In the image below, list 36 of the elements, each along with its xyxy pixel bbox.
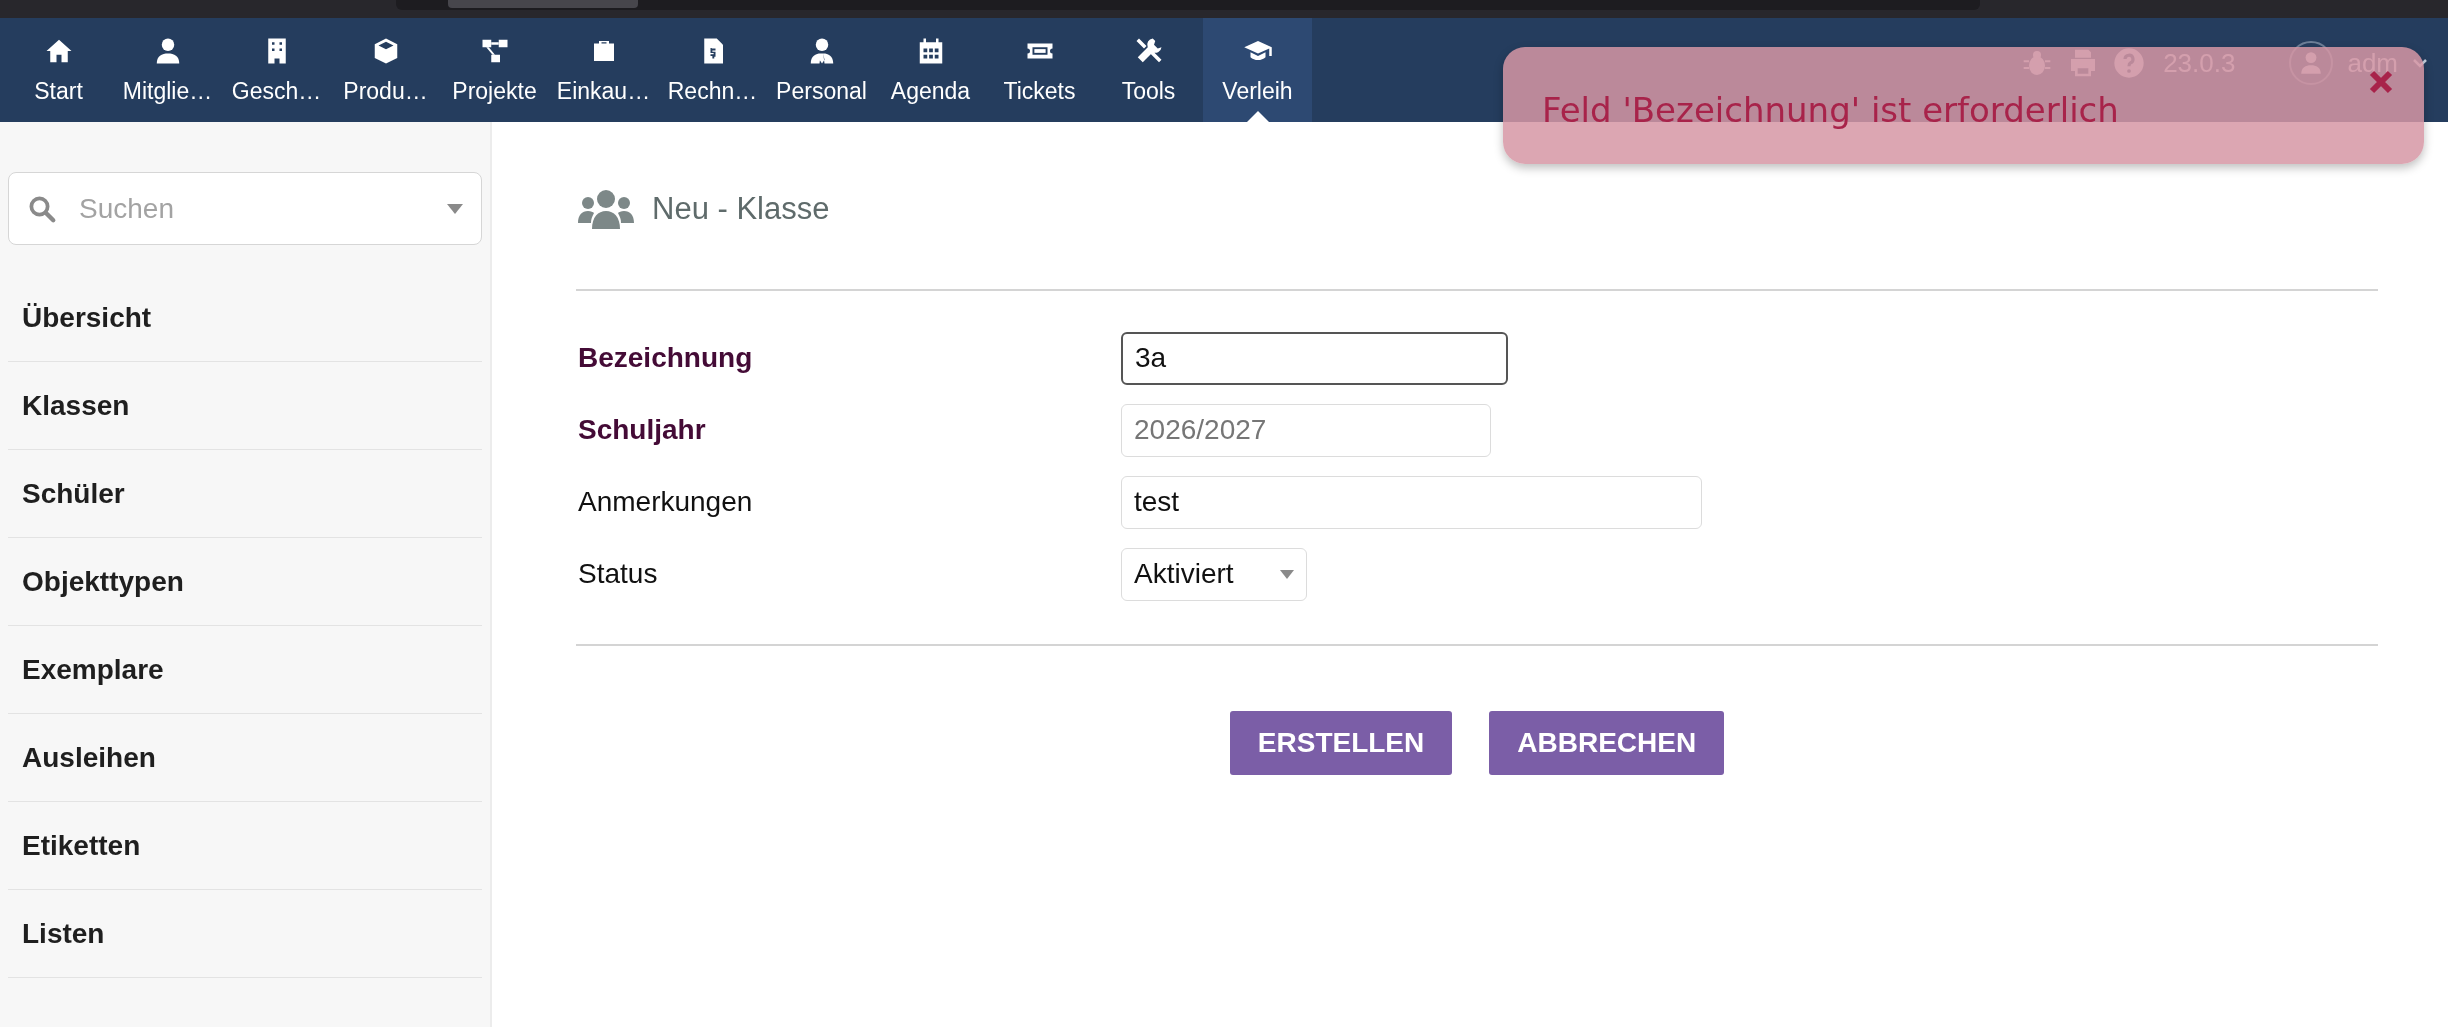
nav-item[interactable]: Gesch…	[222, 18, 331, 122]
nav-item[interactable]: Produ…	[331, 18, 440, 122]
sidebar-item[interactable]: Klassen	[8, 362, 482, 450]
action-button[interactable]: ABBRECHEN	[1489, 711, 1725, 775]
sidebar-item[interactable]: Ausleihen	[8, 714, 482, 802]
action-button[interactable]: ERSTELLEN	[1229, 711, 1453, 775]
nav-item[interactable]: Mitglie…	[113, 18, 222, 122]
nav-item[interactable]: Agenda	[876, 18, 985, 122]
text-field[interactable]: 3a	[1121, 331, 1508, 385]
nav-item[interactable]: Tickets	[985, 18, 1094, 122]
error-message: Feld 'Bezeichnung' ist erforderlich	[1542, 89, 2120, 130]
users-icon	[578, 189, 634, 229]
sidebar-item[interactable]: Objekttypen	[8, 538, 482, 626]
sidebar-item[interactable]: Listen	[8, 890, 482, 978]
nav-item[interactable]: Einkau…	[549, 18, 658, 122]
nav-item[interactable]: Rechn…	[658, 18, 767, 122]
nav-item[interactable]: Tools	[1094, 18, 1203, 122]
field-label: Schuljahr	[577, 414, 707, 446]
page-title: Neu - Klasse	[652, 191, 830, 227]
field-label: Status	[577, 558, 659, 590]
sidebar-item[interactable]: Schüler	[8, 450, 482, 538]
caret-icon	[1280, 569, 1294, 579]
nav-item[interactable]: Verleih	[1203, 18, 1312, 122]
field-label: Bezeichnung	[577, 342, 754, 374]
sidebar-item[interactable]: Exemplare	[8, 626, 482, 714]
nav-item[interactable]: Start	[4, 18, 113, 122]
caret-icon	[447, 203, 463, 214]
sidebar-item[interactable]: Übersicht	[8, 274, 482, 362]
active-indicator	[1246, 111, 1269, 122]
text-field[interactable]: 2026/2027	[1121, 403, 1491, 457]
field-label: Anmerkungen	[577, 486, 754, 518]
status-dropdown[interactable]: Aktiviert	[1121, 547, 1307, 601]
sidebar-item[interactable]: Etiketten	[8, 802, 482, 890]
nav-item[interactable]: Personal	[767, 18, 876, 122]
text-field[interactable]: test	[1121, 475, 1702, 529]
nav-item[interactable]: Projekte	[440, 18, 549, 122]
